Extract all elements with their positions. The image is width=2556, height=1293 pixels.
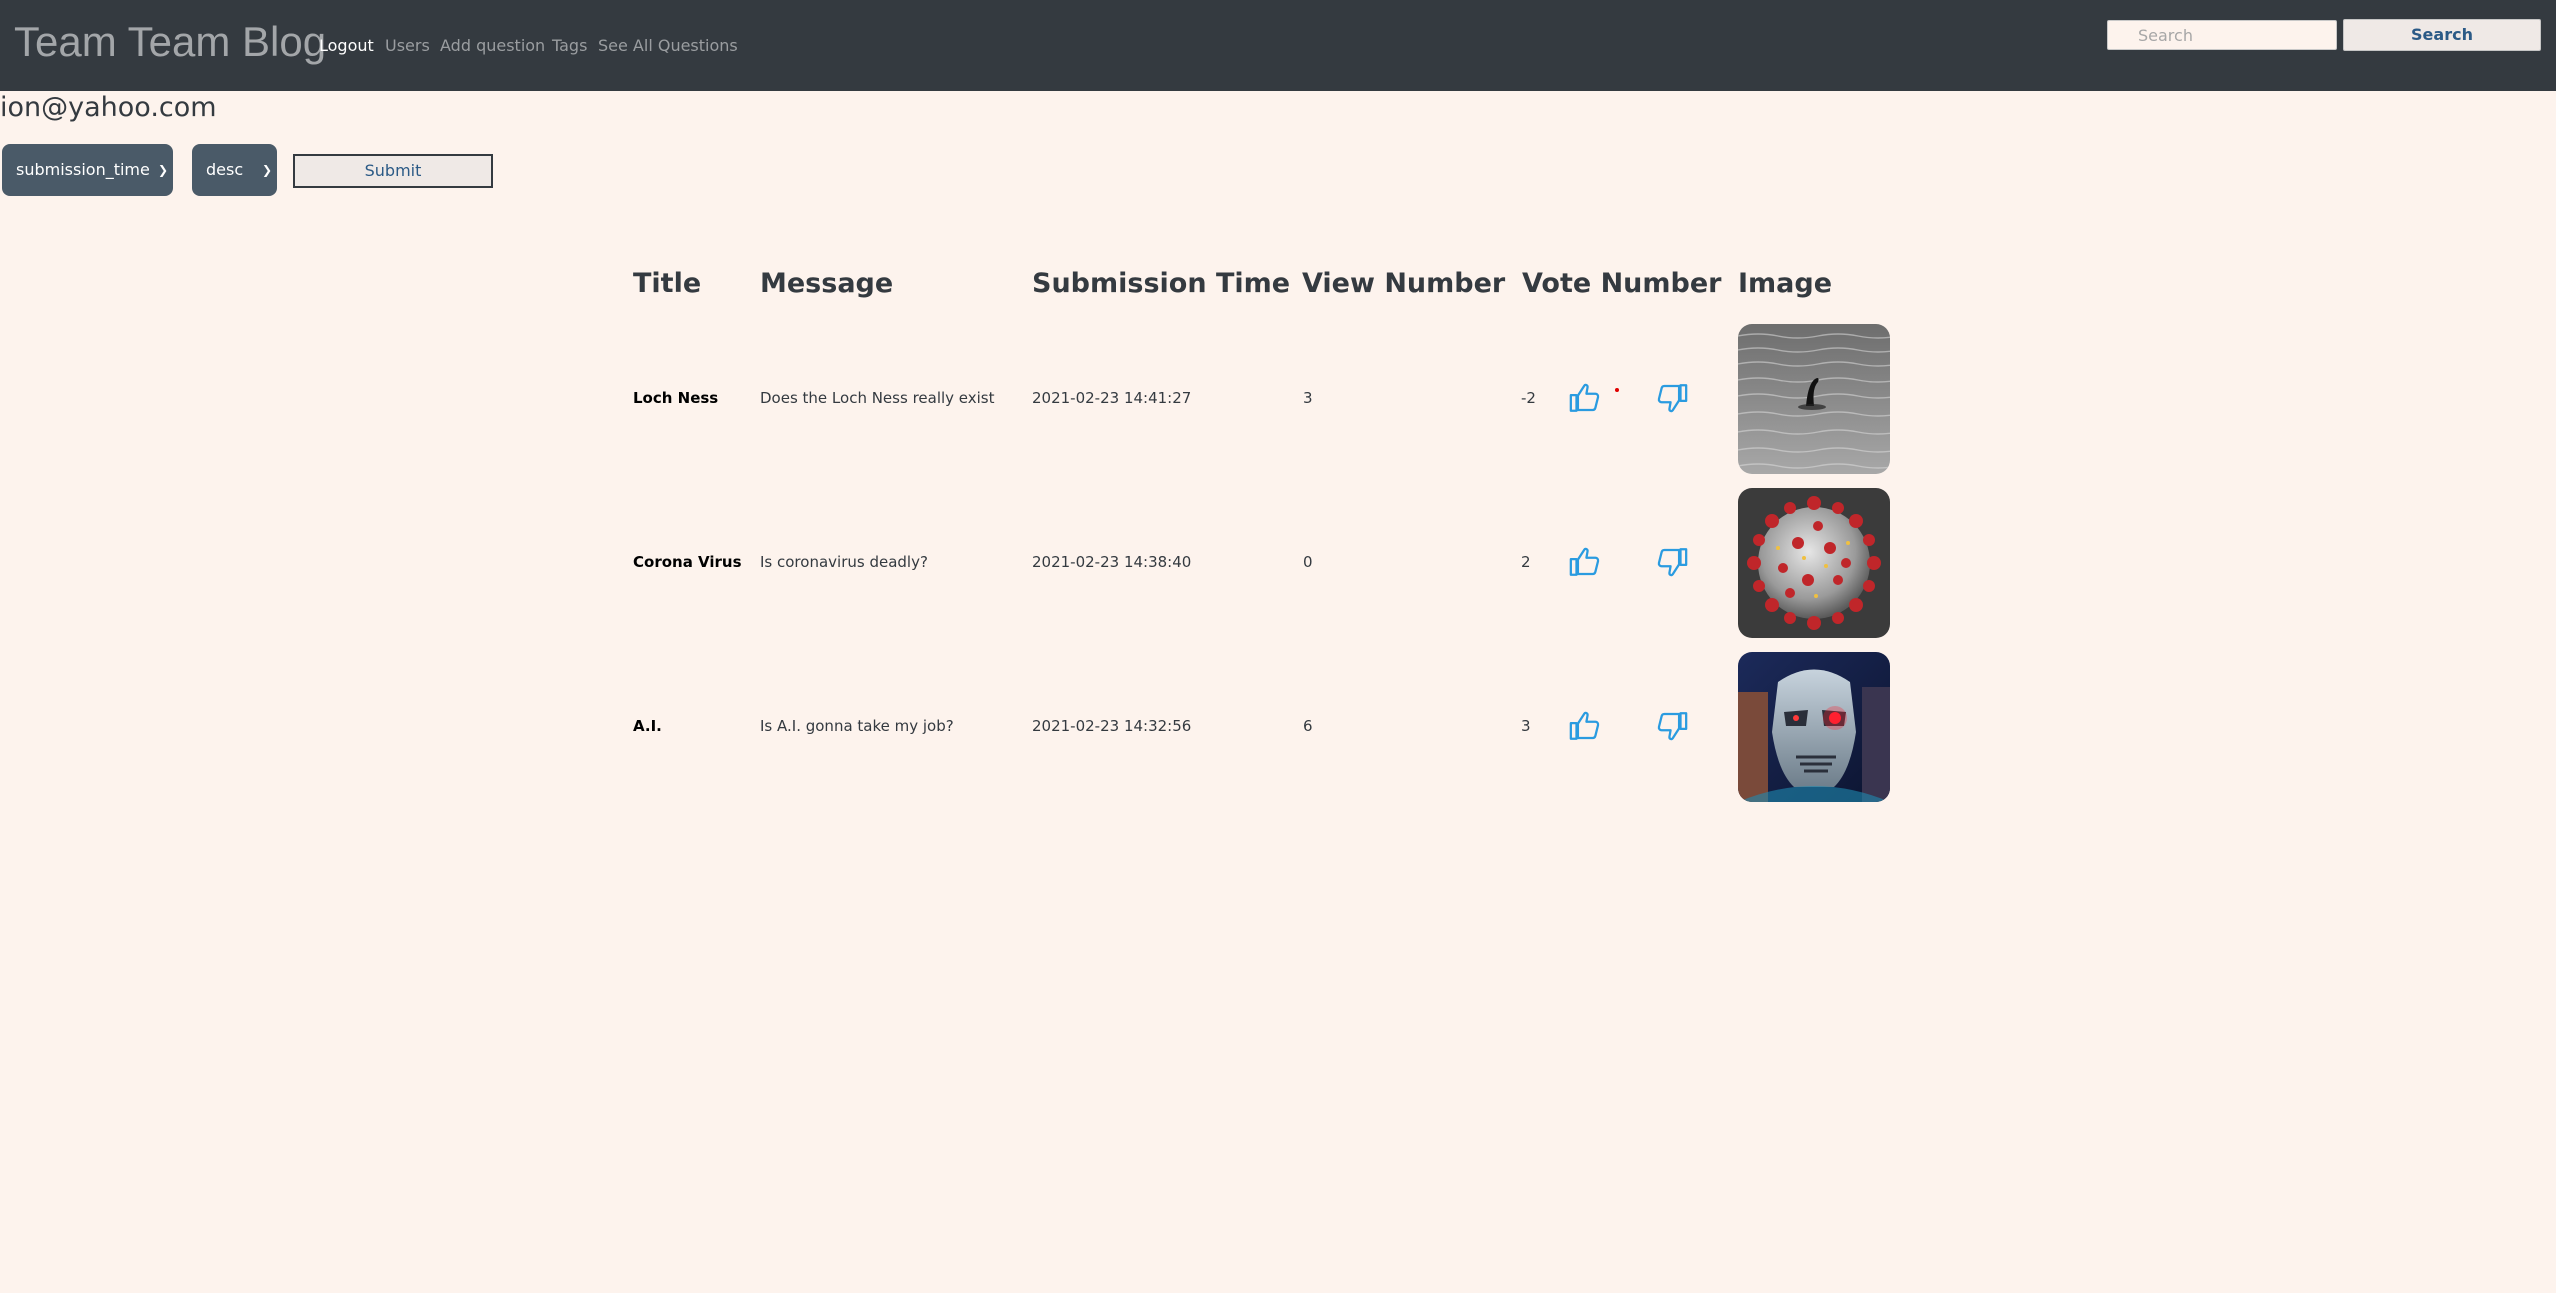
search-input[interactable] xyxy=(2107,20,2337,50)
question-view-number: 3 xyxy=(1303,389,1313,407)
header-view-number: View Number xyxy=(1302,268,1506,299)
thumbs-down-icon xyxy=(1657,384,1688,413)
question-image-loch-ness xyxy=(1738,324,1890,474)
sort-order-select[interactable]: desc ❯ xyxy=(192,144,277,196)
question-image-ai xyxy=(1738,652,1890,802)
question-vote-number: 3 xyxy=(1521,717,1531,735)
nav-see-all-questions[interactable]: See All Questions xyxy=(598,36,738,55)
question-submission-time: 2021-02-23 14:41:27 xyxy=(1032,389,1192,407)
question-title-link[interactable]: Corona Virus xyxy=(633,553,742,571)
vote-indicator-dot xyxy=(1615,388,1619,392)
brand-logo[interactable]: Team Team Blog xyxy=(14,18,326,66)
upvote-button[interactable] xyxy=(1568,545,1602,579)
question-submission-time: 2021-02-23 14:38:40 xyxy=(1032,553,1192,571)
question-submission-time: 2021-02-23 14:32:56 xyxy=(1032,717,1192,735)
nav-users[interactable]: Users xyxy=(385,36,430,55)
thumbs-up-icon xyxy=(1569,383,1600,412)
sort-field-select[interactable]: submission_time ❯ xyxy=(2,144,173,196)
question-vote-number: -2 xyxy=(1521,389,1536,407)
sort-field-value: submission_time xyxy=(16,160,150,179)
header-title: Title xyxy=(633,268,702,299)
question-title-link[interactable]: A.I. xyxy=(633,717,662,735)
downvote-button[interactable] xyxy=(1655,709,1689,743)
thumbs-up-icon xyxy=(1569,547,1600,576)
header-vote-number: Vote Number xyxy=(1522,268,1722,299)
question-message: Does the Loch Ness really exist xyxy=(760,389,995,407)
question-vote-number: 2 xyxy=(1521,553,1531,571)
top-navbar: Team Team Blog Logout Users Add question… xyxy=(0,0,2556,91)
question-view-number: 0 xyxy=(1303,553,1313,571)
thumbs-up-icon xyxy=(1569,711,1600,740)
thumbs-down-icon xyxy=(1657,548,1688,577)
header-submission-time: Submission Time xyxy=(1032,268,1291,299)
nav-logout[interactable]: Logout xyxy=(319,36,374,55)
question-title-link[interactable]: Loch Ness xyxy=(633,389,718,407)
nav-tags[interactable]: Tags xyxy=(552,36,587,55)
thumbs-down-icon xyxy=(1657,712,1688,741)
upvote-button[interactable] xyxy=(1568,709,1602,743)
nav-add-question[interactable]: Add question xyxy=(440,36,545,55)
question-message: Is coronavirus deadly? xyxy=(760,553,928,571)
user-email: ion@yahoo.com xyxy=(0,92,217,123)
question-image-coronavirus xyxy=(1738,488,1890,638)
sort-order-value: desc xyxy=(206,160,244,179)
upvote-button[interactable] xyxy=(1568,381,1602,415)
chevron-down-icon: ❯ xyxy=(157,163,168,177)
sort-submit-button[interactable]: Submit xyxy=(293,154,493,188)
downvote-button[interactable] xyxy=(1655,381,1689,415)
downvote-button[interactable] xyxy=(1655,545,1689,579)
question-view-number: 6 xyxy=(1303,717,1313,735)
search-button[interactable]: Search xyxy=(2343,19,2541,51)
header-message: Message xyxy=(760,268,894,299)
chevron-down-icon: ❯ xyxy=(261,163,272,177)
question-message: Is A.I. gonna take my job? xyxy=(760,717,954,735)
header-image: Image xyxy=(1738,268,1833,299)
